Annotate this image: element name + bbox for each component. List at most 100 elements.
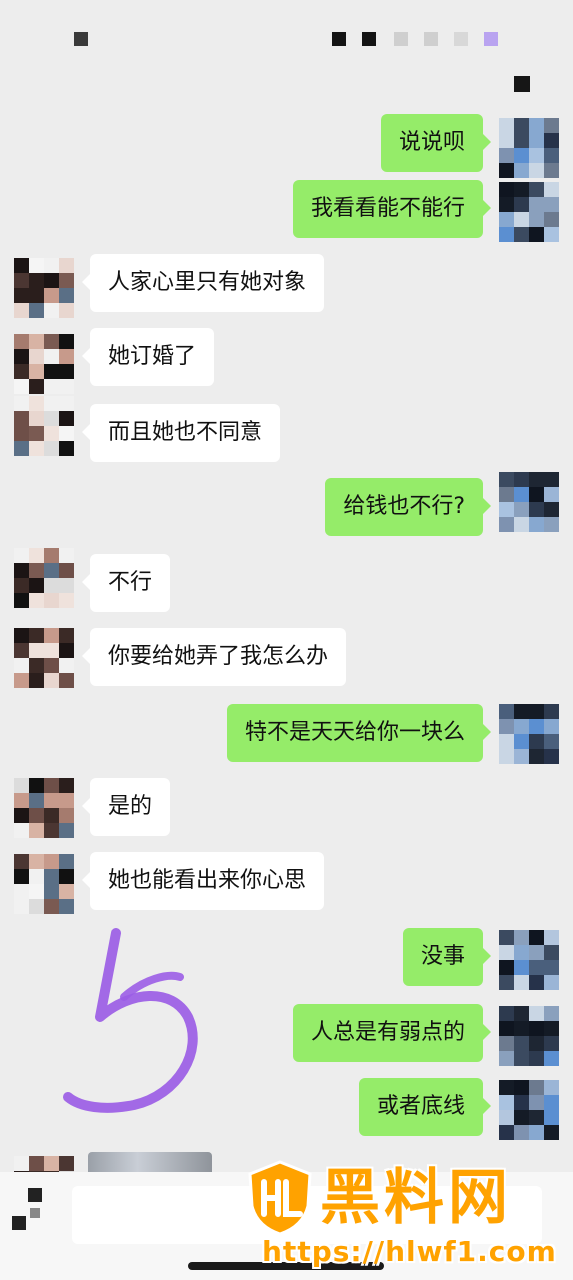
message-bubble[interactable]: 给钱也不行? (325, 478, 491, 536)
avatar-icon[interactable] (14, 396, 74, 456)
message-bubble[interactable]: 你要给她弄了我怎么办 (81, 628, 347, 686)
avatar-pixel (59, 364, 74, 379)
avatar-pixel (544, 487, 559, 502)
avatar-pixel (59, 1156, 74, 1171)
avatar-pixel (29, 411, 44, 426)
annotation-text: 5 (140, 1027, 146, 1038)
avatar-pixel (544, 197, 559, 212)
avatar-pixel (544, 1051, 559, 1066)
message-bubble[interactable]: 她也能看出来你心思 (81, 852, 325, 910)
voice-icon-detail (12, 1216, 26, 1230)
avatar-pixel (14, 808, 29, 823)
avatar-pixel (499, 1036, 514, 1051)
avatar-pixel (514, 1095, 529, 1110)
hl-shield-logo-icon (248, 1160, 312, 1236)
message-bubble[interactable]: 人家心里只有她对象 (81, 254, 325, 312)
avatar-pixel (59, 563, 74, 578)
avatar-icon[interactable] (14, 334, 74, 394)
avatar-pixel (44, 364, 59, 379)
avatar-pixel (544, 1125, 559, 1140)
avatar-pixel (44, 441, 59, 456)
message-bubble[interactable]: 而且她也不同意 (81, 404, 281, 462)
avatar-pixel (44, 1156, 59, 1171)
avatar-pixel (59, 643, 74, 658)
avatar-pixel (59, 273, 74, 288)
avatar-pixel (514, 1125, 529, 1140)
handwritten-number-annotation: 5 (63, 928, 198, 1113)
avatar-pixel (29, 441, 44, 456)
battery-icon (484, 32, 498, 46)
avatar-pixel (544, 1036, 559, 1051)
avatar-pixel (514, 1036, 529, 1051)
message-bubble[interactable]: 不行 (81, 554, 171, 612)
avatar-pixel (544, 212, 559, 227)
message-bubble[interactable]: 人总是有弱点的 (292, 1004, 492, 1062)
avatar-icon[interactable] (499, 1080, 559, 1140)
avatar-pixel (529, 118, 544, 133)
status-icon (394, 32, 408, 46)
avatar-pixel (529, 148, 544, 163)
message-bubble[interactable]: 或者底线 (358, 1078, 492, 1136)
avatar-pixel (14, 303, 29, 318)
avatar-pixel (44, 628, 59, 643)
avatar-pixel (29, 258, 44, 273)
avatar-icon[interactable] (14, 258, 74, 318)
avatar-pixel (14, 643, 29, 658)
avatar-pixel (514, 975, 529, 990)
avatar-pixel (44, 899, 59, 914)
avatar-pixel (499, 517, 514, 532)
message-bubble[interactable]: 她订婚了 (81, 328, 215, 386)
avatar-pixel (499, 182, 514, 197)
avatar-pixel (499, 975, 514, 990)
avatar-pixel (14, 854, 29, 869)
avatar-pixel (529, 930, 544, 945)
avatar-pixel (499, 960, 514, 975)
avatar-pixel (499, 704, 514, 719)
avatar-pixel (59, 258, 74, 273)
voice-icon[interactable] (28, 1188, 42, 1202)
avatar-pixel (29, 288, 44, 303)
avatar-pixel (499, 487, 514, 502)
avatar-pixel (514, 960, 529, 975)
message-bubble[interactable]: 说说呗 (380, 114, 492, 172)
avatar-icon[interactable] (14, 854, 74, 914)
avatar-pixel (499, 212, 514, 227)
message-bubble[interactable]: 是的 (81, 778, 171, 836)
avatar-pixel (14, 349, 29, 364)
avatar-pixel (29, 899, 44, 914)
avatar-pixel (14, 869, 29, 884)
avatar-pixel (59, 628, 74, 643)
avatar-pixel (59, 658, 74, 673)
avatar-pixel (59, 411, 74, 426)
avatar-pixel (29, 628, 44, 643)
avatar-pixel (44, 854, 59, 869)
avatar-pixel (529, 502, 544, 517)
avatar-pixel (44, 273, 59, 288)
watermark-title: 黑料网 (320, 1163, 512, 1233)
avatar-icon[interactable] (499, 1006, 559, 1066)
message-bubble[interactable]: 没事 (402, 928, 492, 986)
avatar-pixel (29, 303, 44, 318)
avatar-pixel (529, 163, 544, 178)
avatar-pixel (529, 133, 544, 148)
avatar-pixel (544, 704, 559, 719)
avatar-pixel (29, 778, 44, 793)
avatar-pixel (44, 563, 59, 578)
avatar-icon[interactable] (499, 472, 559, 532)
avatar-pixel (529, 719, 544, 734)
status-bar (0, 0, 573, 80)
message-bubble[interactable]: 特不是天天给你一块么 (226, 704, 492, 762)
avatar-icon[interactable] (499, 182, 559, 242)
more-options-icon[interactable] (514, 76, 530, 92)
avatar-pixel (14, 578, 29, 593)
avatar-icon[interactable] (499, 930, 559, 990)
avatar-pixel (29, 643, 44, 658)
avatar-icon[interactable] (14, 628, 74, 688)
avatar-icon[interactable] (14, 548, 74, 608)
avatar-pixel (514, 1021, 529, 1036)
message-bubble[interactable]: 我看看能不能行 (292, 180, 492, 238)
avatar-pixel (29, 396, 44, 411)
avatar-icon[interactable] (499, 118, 559, 178)
avatar-icon[interactable] (499, 704, 559, 764)
avatar-icon[interactable] (14, 778, 74, 838)
